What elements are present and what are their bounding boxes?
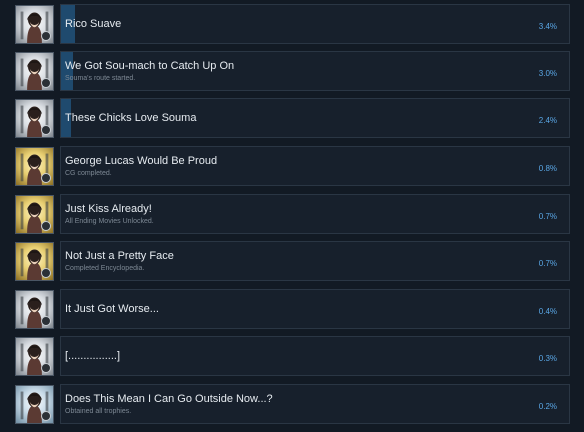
unlock-percentage: 3.0% [538, 69, 557, 78]
achievement-description: All Ending Movies Unlocked. [65, 218, 154, 225]
achievement-description: Souma's route started. [65, 75, 136, 82]
achievement-icon [15, 337, 54, 376]
achievement-title: Just Kiss Already! [65, 203, 152, 215]
unlock-percentage: 0.4% [538, 307, 557, 316]
unlock-percentage: 0.7% [538, 259, 557, 268]
achievement-card: Does This Mean I Can Go Outside Now...? … [60, 384, 570, 424]
trophy-badge-icon [41, 31, 51, 41]
achievement-row[interactable]: These Chicks Love Souma 2.4% [12, 98, 572, 138]
unlock-percentage: 0.7% [538, 212, 557, 221]
trophy-badge-icon [41, 268, 51, 278]
trophy-badge-icon [41, 78, 51, 88]
achievement-title: These Chicks Love Souma [65, 112, 197, 124]
achievement-card: Rico Suave 3.4% [60, 4, 570, 44]
achievement-card: George Lucas Would Be Proud CG completed… [60, 146, 570, 186]
achievement-title: Does This Mean I Can Go Outside Now...? [65, 393, 273, 405]
achievement-title: It Just Got Worse... [65, 303, 159, 315]
unlock-percentage: 0.3% [538, 354, 557, 363]
achievement-icon [15, 195, 54, 234]
achievement-icon [15, 99, 54, 138]
achievement-row[interactable]: [................] 0.3% [12, 336, 572, 376]
achievement-card: We Got Sou-mach to Catch Up On Souma's r… [60, 51, 570, 91]
achievement-row[interactable]: Not Just a Pretty Face Completed Encyclo… [12, 241, 572, 281]
achievement-description: Obtained all trophies. [65, 408, 132, 415]
achievement-card: It Just Got Worse... 0.4% [60, 289, 570, 329]
achievement-row[interactable]: Rico Suave 3.4% [12, 4, 572, 44]
unlock-percentage: 2.4% [538, 116, 557, 125]
achievement-icon [15, 147, 54, 186]
achievement-row[interactable]: Just Kiss Already! All Ending Movies Unl… [12, 194, 572, 234]
achievement-description: Completed Encyclopedia. [65, 265, 145, 272]
unlock-percentage: 0.8% [538, 164, 557, 173]
achievement-card: Just Kiss Already! All Ending Movies Unl… [60, 194, 570, 234]
trophy-badge-icon [41, 363, 51, 373]
achievement-card: Not Just a Pretty Face Completed Encyclo… [60, 241, 570, 281]
achievement-title: Not Just a Pretty Face [65, 250, 174, 262]
achievement-row[interactable]: George Lucas Would Be Proud CG completed… [12, 146, 572, 186]
trophy-badge-icon [41, 173, 51, 183]
achievement-card: [................] 0.3% [60, 336, 570, 376]
achievement-row[interactable]: Does This Mean I Can Go Outside Now...? … [12, 384, 572, 424]
achievement-title: We Got Sou-mach to Catch Up On [65, 60, 235, 72]
trophy-badge-icon [41, 316, 51, 326]
achievement-title: Rico Suave [65, 18, 122, 30]
achievement-icon [15, 242, 54, 281]
achievement-icon [15, 290, 54, 329]
achievement-icon [15, 385, 54, 424]
unlock-percentage: 0.2% [538, 402, 557, 411]
trophy-badge-icon [41, 125, 51, 135]
trophy-badge-icon [41, 221, 51, 231]
achievement-row[interactable]: We Got Sou-mach to Catch Up On Souma's r… [12, 51, 572, 91]
achievement-row[interactable]: It Just Got Worse... 0.4% [12, 289, 572, 329]
achievement-icon [15, 52, 54, 91]
achievement-title: [................] [65, 350, 121, 362]
achievement-description: CG completed. [65, 170, 112, 177]
unlock-percentage: 3.4% [538, 22, 557, 31]
trophy-badge-icon [41, 411, 51, 421]
achievement-icon [15, 5, 54, 44]
achievement-title: George Lucas Would Be Proud [65, 155, 218, 167]
achievement-card: These Chicks Love Souma 2.4% [60, 98, 570, 138]
